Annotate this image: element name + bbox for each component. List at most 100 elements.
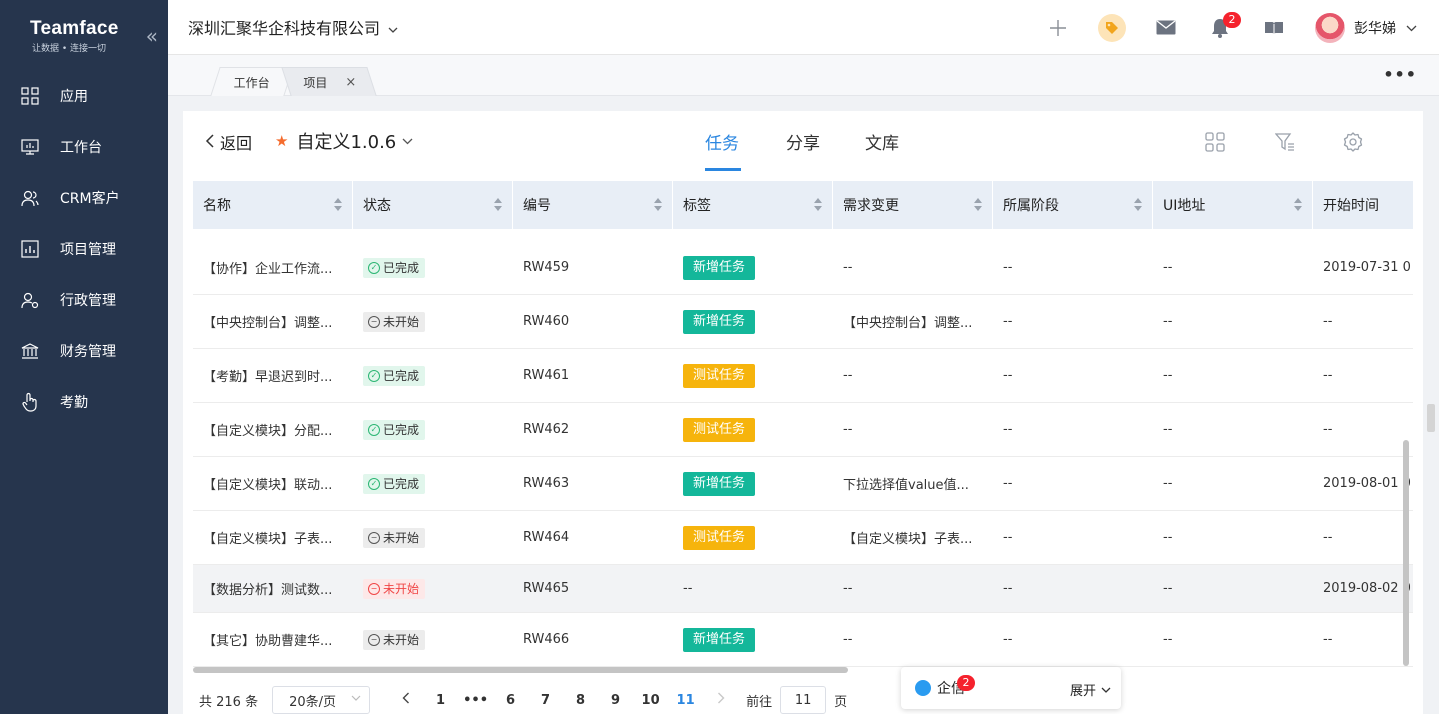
task-name[interactable]: 【其它】协助曹建华... (193, 613, 353, 666)
task-name[interactable]: 【自定义模块】分配... (193, 403, 353, 456)
sidebar-item-0[interactable]: 应用 (0, 70, 168, 121)
status-icon: ✓ (368, 477, 380, 490)
chat-badge: 2 (957, 675, 975, 691)
column-header[interactable]: 所属阶段 (993, 181, 1153, 229)
tab-project[interactable]: 项目 × (281, 67, 377, 96)
horizontal-scrollbar[interactable] (193, 667, 848, 673)
page-button[interactable]: 6 (493, 693, 528, 708)
task-name[interactable]: 【自定义模块】联动... (193, 457, 353, 510)
grid-view-icon[interactable] (1204, 131, 1226, 153)
sort-icon[interactable] (1294, 198, 1302, 212)
page-tabbar: 工作台 项目 × ••• (168, 55, 1439, 96)
company-selector[interactable]: 深圳汇聚华企科技有限公司 (188, 15, 398, 39)
more-icon[interactable]: ••• (1383, 65, 1417, 84)
goto-page-input[interactable] (780, 686, 827, 714)
bell-icon[interactable]: 2 (1193, 0, 1247, 55)
status-icon: − (368, 315, 380, 328)
chevron-left-icon (205, 133, 214, 152)
prev-page-button[interactable] (388, 692, 423, 708)
column-header-label: 状态 (363, 198, 391, 214)
task-name[interactable]: 【考勤】早退迟到时... (193, 349, 353, 402)
column-header[interactable]: 状态 (353, 181, 513, 229)
ui-address: -- (1163, 581, 1173, 596)
page-size-value: 20条/页 (289, 694, 337, 710)
sidebar-item-6[interactable]: 考勤 (0, 376, 168, 427)
sidebar-item-1[interactable]: 工作台 (0, 121, 168, 172)
table-row[interactable]: 【自定义模块】分配... ✓ 已完成 RW462 测试任务 -- -- -- -- (193, 403, 1413, 457)
close-icon[interactable]: × (345, 75, 356, 90)
vertical-scrollbar[interactable] (1403, 440, 1409, 666)
sort-icon[interactable] (654, 198, 662, 212)
task-name[interactable]: 【自定义模块】子表... (193, 511, 353, 564)
sidebar-item-4[interactable]: 行政管理 (0, 274, 168, 325)
back-button[interactable]: 返回 (205, 130, 252, 154)
more-pages-button[interactable]: ••• (458, 693, 493, 708)
sort-icon[interactable] (974, 198, 982, 212)
task-name[interactable]: 【协作】企业工作流... (193, 241, 353, 294)
chat-expand-button[interactable]: 展开 (1070, 680, 1111, 699)
company-name: 深圳汇聚华企科技有限公司 (188, 19, 381, 38)
column-header[interactable]: 需求变更 (833, 181, 993, 229)
table-row[interactable]: 【其它】协助曹建华... − 未开始 RW466 新增任务 -- -- -- -- (193, 613, 1413, 667)
sidebar-item-5[interactable]: 财务管理 (0, 325, 168, 376)
chevron-down-icon (402, 134, 413, 148)
tab-library[interactable]: 文库 (865, 129, 899, 154)
settings-gear-icon[interactable] (1342, 131, 1364, 153)
page-size-select[interactable]: 20条/页 (272, 686, 371, 714)
task-table: 名称 状态 编号 标签 需求变更 所属阶段 UI地址 开始时间 【协作】企业工作流... ✓ 已完… (193, 181, 1413, 677)
ui-address: -- (1163, 632, 1173, 647)
add-icon[interactable] (1031, 0, 1085, 55)
start-time: -- (1323, 368, 1333, 383)
status-badge: ✓ 已完成 (363, 365, 426, 386)
requirement-change: -- (843, 368, 853, 383)
tab-workbench[interactable]: 工作台 (210, 67, 294, 96)
mail-icon[interactable] (1139, 0, 1193, 55)
sidebar-item-2[interactable]: CRM客户 (0, 172, 168, 223)
task-name[interactable]: 【中央控制台】调整... (193, 295, 353, 348)
page-button[interactable]: 1 (423, 693, 458, 708)
sidebar-item-3[interactable]: 项目管理 (0, 223, 168, 274)
page-button[interactable]: 9 (598, 693, 633, 708)
next-page-button[interactable] (703, 692, 738, 708)
hand-pointer-icon (21, 392, 39, 412)
start-time: 2019-08-02 0 (1323, 581, 1411, 596)
table-row[interactable]: 【自定义模块】子表... − 未开始 RW464 测试任务 【自定义模块】子表... -- -… (193, 511, 1413, 565)
table-row[interactable]: 【考勤】早退迟到时... ✓ 已完成 RW461 测试任务 -- -- -- -- (193, 349, 1413, 403)
column-header[interactable]: 标签 (673, 181, 833, 229)
page-button[interactable]: 10 (633, 693, 668, 708)
table-row[interactable]: 【自定义模块】联动... ✓ 已完成 RW463 新增任务 下拉选择值value值... -… (193, 457, 1413, 511)
sort-icon[interactable] (1134, 198, 1142, 212)
column-header[interactable]: 名称 (193, 181, 353, 229)
book-icon[interactable] (1247, 0, 1301, 55)
column-header[interactable]: UI地址 (1153, 181, 1313, 229)
page-button[interactable]: 7 (528, 693, 563, 708)
table-row[interactable]: 【协作】企业工作流... ✓ 已完成 RW459 新增任务 -- -- -- 2019-07-3… (193, 241, 1413, 295)
tab-tasks[interactable]: 任务 (705, 129, 739, 154)
chevron-down-icon (351, 693, 361, 704)
table-row[interactable]: 【中央控制台】调整... − 未开始 RW460 新增任务 【中央控制台】调整... -- -… (193, 295, 1413, 349)
star-icon[interactable]: ★ (275, 132, 288, 150)
column-header-label: 开始时间 (1323, 198, 1379, 214)
sort-icon[interactable] (814, 198, 822, 212)
tab-share[interactable]: 分享 (786, 129, 820, 154)
goto-label: 前往 (746, 694, 773, 710)
top-header: 深圳汇聚华企科技有限公司 2 彭华娣 (168, 0, 1439, 55)
chat-widget[interactable]: 企信 2 展开 (901, 667, 1121, 709)
sort-icon[interactable] (334, 198, 342, 212)
user-menu[interactable]: 彭华娣 (1315, 12, 1417, 43)
table-row[interactable]: 【数据分析】测试数... − 未开始 RW465 -- -- -- -- 2019-08-02 … (193, 565, 1413, 613)
column-header[interactable]: 开始时间 (1313, 181, 1413, 229)
project-selector[interactable]: ★ 自定义1.0.6 (275, 128, 413, 154)
goto-page: 前往 页 (746, 686, 847, 714)
tag-icon[interactable] (1085, 0, 1139, 55)
side-drawer-handle[interactable] (1427, 404, 1435, 432)
collapse-sidebar-icon[interactable]: « (146, 24, 158, 48)
requirement-change: 下拉选择值value值... (843, 478, 969, 493)
page-button[interactable]: 8 (563, 693, 598, 708)
task-code: RW466 (523, 632, 570, 647)
column-header[interactable]: 编号 (513, 181, 673, 229)
task-name[interactable]: 【数据分析】测试数... (193, 565, 353, 612)
page-button[interactable]: 11 (668, 693, 703, 708)
filter-icon[interactable] (1274, 131, 1296, 153)
sort-icon[interactable] (494, 198, 502, 212)
